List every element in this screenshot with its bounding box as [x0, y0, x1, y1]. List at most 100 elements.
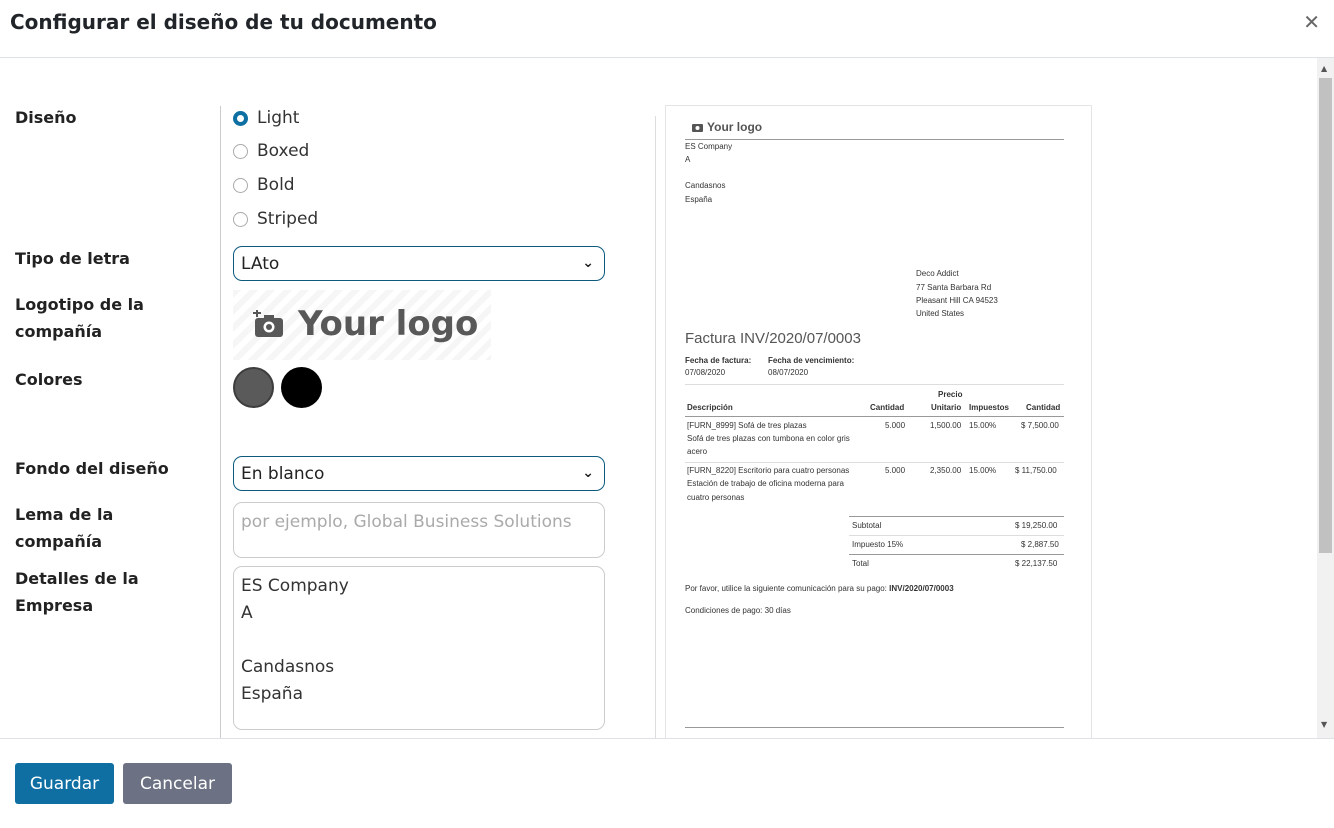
col-amount: Cantidad [1026, 403, 1061, 412]
line-tax: 15.00% [969, 421, 997, 430]
col-taxes: Impuestos [969, 403, 1010, 412]
cancel-button[interactable]: Cancelar [123, 763, 232, 804]
preview-totals-rule [849, 535, 1064, 536]
chevron-down-icon: ⌄ [582, 255, 594, 271]
line-desc: [FURN_8999] Sofá de tres plazas [687, 421, 807, 430]
preview-row-rule [685, 462, 1064, 463]
preview-due-date: 08/07/2020 [768, 368, 809, 377]
total-value: $ 22,137.50 [1015, 559, 1058, 568]
preview-divider [655, 116, 656, 738]
primary-color-swatch[interactable] [233, 367, 274, 408]
scroll-up-icon[interactable]: ▲ [1321, 64, 1327, 73]
dialog-scrollbar[interactable]: ▲ ▼ [1317, 58, 1334, 738]
preview-totals-rule [849, 516, 1064, 517]
preview-company-line: Candasnos [685, 181, 726, 190]
column-divider [220, 106, 221, 738]
background-label: Fondo del diseño [15, 459, 169, 478]
tagline-label: Lema de la compañía [15, 501, 205, 555]
details-line: ES Company [241, 576, 349, 596]
save-button[interactable]: Guardar [15, 763, 114, 804]
line-desc: Estación de trabajo de oficina moderna p… [687, 479, 844, 488]
logo-label-line: compañía [15, 322, 103, 341]
preview-customer-line: United States [916, 309, 965, 318]
radio-icon [233, 110, 248, 126]
details-label-line: Detalles de la [15, 569, 139, 588]
tagline-label-line: compañía [15, 532, 103, 551]
preview-company-line: A [685, 155, 691, 164]
layout-option-label: Boxed [257, 141, 310, 161]
preview-company-line: España [685, 195, 713, 204]
details-label: Detalles de la Empresa [15, 565, 205, 619]
layout-option-boxed[interactable]: Boxed [233, 139, 309, 163]
details-line: Candasnos [241, 657, 335, 677]
line-price: 2,350.00 [930, 466, 962, 475]
preview-footer-rule [685, 727, 1064, 728]
layout-option-label: Light [257, 108, 300, 128]
font-label: Tipo de letra [15, 249, 130, 268]
document-preview: Your logo ES Company A Candasnos España … [665, 105, 1092, 738]
col-description: Descripción [687, 403, 733, 412]
preview-table-header-rule [685, 416, 1064, 417]
dialog-header: Configurar el diseño de tu documento ✕ [0, 0, 1334, 58]
radio-icon [233, 211, 248, 227]
camera-icon [692, 124, 703, 132]
radio-icon [233, 177, 248, 193]
font-select-value: LAto [241, 254, 280, 274]
layout-option-striped[interactable]: Striped [233, 207, 318, 231]
font-select[interactable]: LAto ⌄ [233, 246, 605, 281]
line-qty: 5.000 [885, 466, 906, 475]
subtotal-label: Subtotal [852, 521, 882, 530]
logo-placeholder-text: Your logo [298, 304, 479, 344]
payment-ref-text: Por favor, utilice la siguiente comunica… [685, 584, 887, 593]
scroll-down-icon[interactable]: ▼ [1321, 720, 1327, 729]
layout-option-light[interactable]: Light [233, 106, 299, 130]
preview-customer-line: Pleasant Hill CA 94523 [916, 296, 998, 305]
preview-invoice-date: 07/08/2020 [685, 368, 726, 377]
layout-option-label: Bold [257, 175, 295, 195]
background-select-value: En blanco [241, 464, 325, 484]
tax-value: $ 2,887.50 [1021, 540, 1059, 549]
tagline-input[interactable]: por ejemplo, Global Business Solutions [233, 502, 605, 558]
line-desc: [FURN_8220] Escritorio para cuatro perso… [687, 466, 850, 475]
subtotal-value: $ 19,250.00 [1015, 521, 1058, 530]
total-label: Total [852, 559, 869, 568]
dialog-body: Diseño Light Boxed Bold Striped Tipo de … [0, 58, 1334, 738]
line-desc: cuatro personas [687, 493, 745, 502]
line-amount: $ 11,750.00 [1015, 466, 1057, 475]
tagline-placeholder: por ejemplo, Global Business Solutions [241, 512, 572, 532]
scrollbar-thumb[interactable] [1319, 78, 1332, 553]
payment-terms: Condiciones de pago: 30 días [685, 606, 791, 615]
background-select[interactable]: En blanco ⌄ [233, 456, 605, 491]
company-details-textarea[interactable]: ES Company A Candasnos España [233, 566, 605, 730]
layout-label: Diseño [15, 108, 77, 127]
preview-company-line: ES Company [685, 142, 733, 151]
preview-customer-line: Deco Addict [916, 269, 959, 278]
col-quantity: Cantidad [870, 403, 905, 412]
line-amount: $ 7,500.00 [1021, 421, 1059, 430]
logo-label-line: Logotipo de la [15, 295, 144, 314]
preview-invoice-date-label: Fecha de factura: [685, 356, 752, 365]
layout-option-label: Striped [257, 209, 319, 229]
logo-upload[interactable]: Your logo [233, 290, 491, 360]
line-price: 1,500.00 [930, 421, 962, 430]
close-icon[interactable]: ✕ [1303, 10, 1320, 34]
line-tax: 15.00% [969, 466, 997, 475]
line-desc: acero [687, 447, 708, 456]
add-photo-icon [253, 310, 283, 337]
line-qty: 5.000 [885, 421, 906, 430]
preview-table-top-rule [685, 384, 1064, 385]
line-desc: Sofá de tres plazas con tumbona en color… [687, 434, 850, 443]
payment-ref-line: Por favor, utilice la siguiente comunica… [685, 584, 954, 593]
preview-customer-line: 77 Santa Barbara Rd [916, 283, 992, 292]
col-unit-price: Precio [938, 390, 963, 399]
preview-totals-rule [849, 554, 1064, 555]
secondary-color-swatch[interactable] [281, 367, 322, 408]
details-line [241, 627, 597, 654]
logo-label: Logotipo de la compañía [15, 291, 205, 345]
tagline-label-line: Lema de la [15, 505, 114, 524]
colors-label: Colores [15, 370, 83, 389]
preview-logo: Your logo [707, 120, 763, 134]
layout-option-bold[interactable]: Bold [233, 173, 295, 197]
details-line: España [241, 684, 303, 704]
dialog-footer: Guardar Cancelar [0, 738, 1334, 828]
